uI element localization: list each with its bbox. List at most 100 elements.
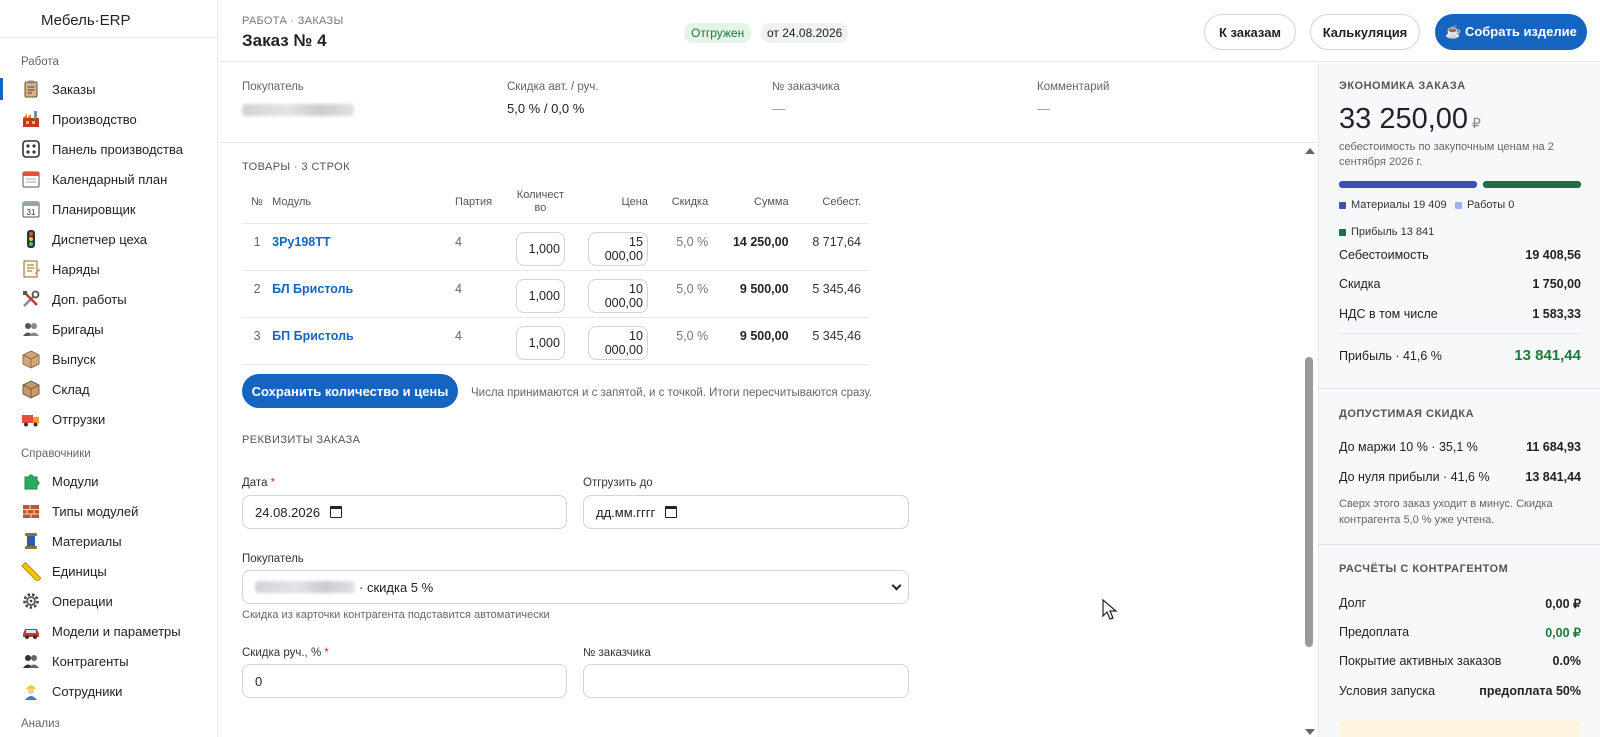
section-divider: [1319, 544, 1600, 545]
warning-box: [1339, 720, 1581, 737]
sidebar-item-ref-0[interactable]: Модули: [0, 466, 217, 496]
customer-no-input[interactable]: [583, 664, 909, 698]
row-sum: 14 250,00: [708, 223, 789, 271]
launch-terms-value: предоплата 50%: [1479, 684, 1581, 698]
manual-discount-input[interactable]: 0: [242, 664, 567, 698]
sidebar-item-label: Контрагенты: [52, 653, 129, 669]
scroll-up-arrow-icon[interactable]: [1305, 148, 1315, 154]
sidebar-item-label: Модули: [52, 473, 99, 489]
cost-value: 19 408,56: [1525, 248, 1581, 262]
sidebar-item-label: Единицы: [52, 563, 107, 579]
sidebar-item-label: Панель производства: [52, 141, 183, 157]
ruler-icon: [20, 560, 42, 582]
back-to-orders-button[interactable]: К заказам: [1204, 14, 1296, 50]
row-batch: 4: [455, 317, 508, 365]
dashboard-dots-icon: [20, 138, 42, 160]
sidebar-item-work-7[interactable]: Доп. работы: [0, 284, 217, 314]
sidebar-item-work-1[interactable]: Производство: [0, 104, 217, 134]
debt-value: 0,00 ₽: [1545, 597, 1581, 611]
sidebar-item-label: Бригады: [52, 321, 104, 337]
sidebar-item-work-2[interactable]: Панель производства: [0, 134, 217, 164]
discount-row: Скидка 1 750,00: [1339, 277, 1581, 291]
team-icon: [20, 318, 42, 340]
goods-header-row: № Модуль Партия Количест во Цена Скидка …: [242, 181, 869, 224]
date-input[interactable]: 24.08.2026: [242, 495, 567, 529]
app-title[interactable]: Мебель·ERP: [0, 0, 217, 38]
quantity-input[interactable]: 1,000: [515, 278, 565, 313]
module-link[interactable]: 3Ру198ТТ: [272, 235, 330, 249]
debt-label: Долг: [1339, 596, 1367, 610]
prepayment-value: 0,00 ₽: [1545, 626, 1581, 640]
sidebar-item-work-4[interactable]: 31 Планировщик: [0, 194, 217, 224]
buyer-info: Покупатель: [242, 81, 354, 116]
order-info-strip: Покупатель Скидка авт. / руч. 5,0 % / 0,…: [219, 63, 1317, 143]
bricks-icon: [20, 500, 42, 522]
col-cost: Себест.: [788, 181, 869, 224]
price-input[interactable]: 10 000,00: [587, 325, 648, 360]
sidebar-item-work-8[interactable]: Бригады: [0, 314, 217, 344]
discount-info-value: 5,0 % / 0,0 %: [507, 101, 585, 116]
sidebar-item-work-9[interactable]: Выпуск: [0, 344, 217, 374]
sidebar-item-ref-7[interactable]: Сотрудники: [0, 676, 217, 706]
sidebar-item-label: Заказы: [52, 81, 96, 97]
module-link[interactable]: БЛ Бристоль: [272, 282, 353, 296]
price-input[interactable]: 15 000,00: [587, 231, 648, 266]
customer-no-info: № заказчика —: [772, 81, 840, 116]
sidebar-item-work-0[interactable]: Заказы: [0, 74, 217, 104]
col-batch: Партия: [455, 181, 508, 224]
module-link[interactable]: БП Бристоль: [272, 329, 354, 343]
warehouse-box-icon: [20, 378, 42, 400]
sidebar-item-work-10[interactable]: Склад: [0, 374, 217, 404]
save-quantities-button[interactable]: Сохранить количество и цены: [242, 374, 458, 408]
quantity-input[interactable]: 1,000: [515, 231, 565, 266]
row-price: 10 000,00: [567, 270, 648, 318]
zero-profit-value: 13 841,44: [1525, 470, 1581, 484]
calendar-icon[interactable]: [665, 506, 678, 518]
price-input[interactable]: 10 000,00: [587, 278, 648, 313]
page-header: РАБОТА · ЗАКАЗЫ Заказ № 4 Отгружен от 24…: [219, 0, 1600, 62]
col-number: №: [242, 181, 273, 224]
sidebar-item-ref-4[interactable]: Операции: [0, 586, 217, 616]
buyer-info-label: Покупатель: [242, 81, 304, 93]
ship-by-label: Отгрузить до: [583, 477, 653, 489]
sidebar-item-label: Материалы: [52, 533, 122, 549]
buyer-select-suffix: · скидка 5 %: [359, 579, 434, 595]
sidebar-item-ref-3[interactable]: Единицы: [0, 556, 217, 586]
customer-no-info-label: № заказчика: [772, 81, 840, 93]
page-title: Заказ № 4: [242, 31, 327, 50]
main-content: Покупатель Скидка авт. / руч. 5,0 % / 0,…: [219, 63, 1317, 737]
settlements-heading: РАСЧЁТЫ С КОНТРАГЕНТОМ: [1339, 563, 1509, 575]
sidebar-item-work-5[interactable]: Диспетчер цеха: [0, 224, 217, 254]
sidebar-item-work-3[interactable]: Календарный план: [0, 164, 217, 194]
economics-heading: ЭКОНОМИКА ЗАКАЗА: [1339, 80, 1466, 92]
row-discount: 5,0 %: [647, 317, 709, 365]
ship-by-input[interactable]: дд.мм.гггг: [583, 495, 909, 529]
sidebar-item-label: Доп. работы: [52, 291, 127, 307]
calendar-icon[interactable]: [330, 506, 343, 518]
sidebar-item-work-6[interactable]: Наряды: [0, 254, 217, 284]
sidebar-item-work-11[interactable]: Отгрузки: [0, 404, 217, 434]
buyer-select[interactable]: · скидка 5 %: [242, 570, 909, 604]
sidebar-item-label: Выпуск: [52, 351, 96, 367]
price-value: 15 000,00: [604, 234, 643, 263]
clipboard-icon: [20, 78, 42, 100]
row-discount: 5,0 %: [647, 223, 709, 271]
row-number: 2: [242, 270, 273, 318]
col-module: Модуль: [272, 181, 456, 224]
launch-terms-label: Условия запуска: [1339, 684, 1436, 698]
sidebar-item-ref-5[interactable]: Модели и параметры: [0, 616, 217, 646]
scroll-thumb[interactable]: [1305, 357, 1313, 647]
sidebar-item-ref-6[interactable]: Контрагенты: [0, 646, 217, 676]
main-scrollbar[interactable]: [1302, 142, 1316, 737]
sidebar-item-ref-1[interactable]: Типы модулей: [0, 496, 217, 526]
sidebar-item-label: Сотрудники: [52, 683, 123, 699]
required-mark: *: [270, 477, 276, 489]
sidebar-item-ref-2[interactable]: Материалы: [0, 526, 217, 556]
scroll-down-arrow-icon[interactable]: [1305, 729, 1315, 735]
nav-section-work: Работа: [21, 56, 59, 68]
blurred-buyer-name: [242, 103, 354, 116]
row-number: 1: [242, 223, 273, 271]
quantity-input[interactable]: 1,000: [515, 325, 565, 360]
calculation-button[interactable]: Калькуляция: [1310, 14, 1420, 50]
assemble-product-button[interactable]: ☕ Собрать изделие: [1435, 14, 1587, 50]
